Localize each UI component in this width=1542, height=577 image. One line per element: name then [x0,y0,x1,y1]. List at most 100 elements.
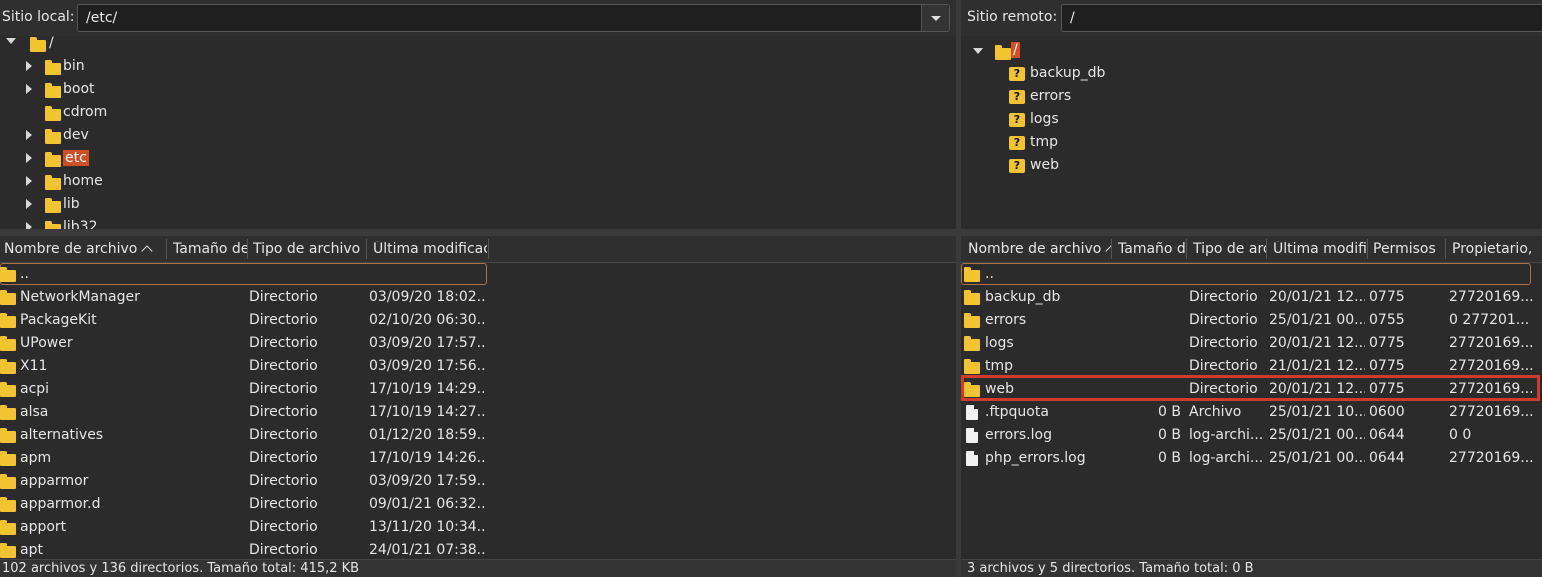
file-type: Directorio [249,473,318,489]
chevron-down-icon[interactable] [921,5,949,31]
folder-icon [0,382,16,397]
table-row[interactable]: errors Directorio 25/01/21 00... 0755 0 2772… [961,309,1542,332]
file-permissions: 0600 [1369,404,1405,420]
folder-icon [995,45,1011,60]
file-modified: 21/01/21 12... [1269,358,1365,374]
local-horizontal-splitter[interactable] [0,229,956,236]
table-row[interactable]: php_errors.log 0 B log-archi... 25/01/21 00… [961,447,1542,470]
remote-path-input[interactable]: / [1061,4,1542,32]
local-path-combobox[interactable]: /etc/ [77,4,950,32]
tree-item-label: tmp [1030,134,1059,150]
column-separator[interactable] [488,239,489,259]
table-row[interactable]: apm Directorio 17/10/19 14:26... [0,447,956,470]
table-row[interactable]: NetworkManager Directorio 03/09/20 18:02..… [0,286,956,309]
unknown-folder-icon: ? [1009,136,1025,150]
table-row[interactable]: apt Directorio 24/01/21 07:38... [0,539,956,559]
folder-icon [0,313,16,328]
file-type: Directorio [249,335,318,351]
column-separator[interactable] [1111,239,1112,259]
file-name: apt [20,542,43,558]
tree-item-web[interactable]: ? web [961,154,1542,177]
file-owner: 0 0 [1449,427,1472,443]
expanded-arrow-icon[interactable] [6,38,16,44]
file-name: NetworkManager [20,289,140,305]
expand-arrow-icon[interactable] [26,61,32,71]
column-separator[interactable] [366,239,367,259]
tree-item-tmp[interactable]: ? tmp [961,131,1542,154]
column-separator[interactable] [1445,239,1446,259]
tree-item-label: bin [63,58,85,74]
local-col-size[interactable]: Tamaño de [173,241,248,257]
tree-item-boot[interactable]: boot [0,78,956,101]
tree-item-lib32[interactable]: lib32 [0,216,956,229]
table-row[interactable]: alsa Directorio 17/10/19 14:27... [0,401,956,424]
expand-arrow-icon[interactable] [26,153,32,163]
parent-directory-row[interactable]: .. [961,263,1542,286]
tree-item-label: lib [63,196,80,212]
folder-icon [0,520,16,535]
remote-horizontal-splitter[interactable] [961,229,1542,236]
expand-arrow-icon[interactable] [26,130,32,140]
remote-col-size[interactable]: Tamaño de [1118,241,1186,257]
tree-item-label: / [49,36,54,51]
table-row[interactable]: UPower Directorio 03/09/20 17:57... [0,332,956,355]
folder-icon [45,83,61,98]
local-address-bar: Sitio local: /etc/ [0,0,956,36]
local-col-modified[interactable]: Última modificac [373,241,487,257]
parent-directory-row[interactable]: .. [0,263,956,286]
tree-item-etc[interactable]: etc [0,147,956,170]
expand-arrow-icon[interactable] [26,199,32,209]
file-type: Directorio [249,450,318,466]
remote-col-owner[interactable]: Propietario, [1452,241,1542,257]
tree-item-root[interactable]: / [0,36,956,55]
table-row[interactable]: apparmor.d Directorio 09/01/21 06:32... [0,493,956,516]
tree-item-cdrom[interactable]: cdrom [0,101,956,124]
tree-item-bin[interactable]: bin [0,55,956,78]
table-row[interactable]: PackageKit Directorio 02/10/20 06:30... [0,309,956,332]
tree-item-backupdb[interactable]: ? backup_db [961,62,1542,85]
table-row[interactable]: acpi Directorio 17/10/19 14:29... [0,378,956,401]
local-col-filename[interactable]: Nombre de archivo [4,241,164,257]
remote-col-filename[interactable]: Nombre de archivo [968,241,1112,257]
table-row[interactable]: logs Directorio 20/01/21 12... 0775 27720169… [961,332,1542,355]
table-row[interactable]: apport Directorio 13/11/20 10:34... [0,516,956,539]
tree-item-label: dev [63,127,89,143]
remote-file-list: Nombre de archivo Tamaño de Tipo de arc … [961,236,1542,559]
file-modified: 17/10/19 14:26... [369,450,487,466]
expand-arrow-icon[interactable] [26,222,32,229]
tree-item-home[interactable]: home [0,170,956,193]
expand-arrow-icon[interactable] [26,176,32,186]
tree-item-errors[interactable]: ? errors [961,85,1542,108]
column-separator[interactable] [166,239,167,259]
tree-item-root[interactable]: / [961,39,1542,62]
file-modified: 25/01/21 10... [1269,404,1365,420]
column-separator[interactable] [247,239,248,259]
tree-item-label: etc [63,150,89,166]
file-name: errors.log [985,427,1052,443]
tree-item-label: home [63,173,103,189]
tree-item-lib[interactable]: lib [0,193,956,216]
expanded-arrow-icon[interactable] [973,48,983,54]
local-directory-tree: / bin boot cdrom dev etc home lib lib32 [0,36,956,229]
file-icon [966,405,978,420]
tree-item-logs[interactable]: ? logs [961,108,1542,131]
tree-item-dev[interactable]: dev [0,124,956,147]
table-row[interactable]: .ftpquota 0 B Archivo 25/01/21 10... 0600 277… [961,401,1542,424]
table-row[interactable]: apparmor Directorio 03/09/20 17:59... [0,470,956,493]
expand-arrow-icon[interactable] [26,84,32,94]
local-col-type[interactable]: Tipo de archivo [253,241,365,257]
file-permissions: 0644 [1369,450,1405,466]
remote-col-modified[interactable]: Última modific [1273,241,1367,257]
column-separator[interactable] [1266,239,1267,259]
remote-col-type[interactable]: Tipo de arc [1193,241,1266,257]
table-row[interactable]: backup_db Directorio 20/01/21 12... 0775 277… [961,286,1542,309]
remote-col-permissions[interactable]: Permisos [1373,241,1445,257]
table-row[interactable]: X11 Directorio 03/09/20 17:56... [0,355,956,378]
file-modified: 02/10/20 06:30... [369,312,487,328]
column-separator[interactable] [1367,239,1368,259]
table-row[interactable]: errors.log 0 Blog-archi... 25/01/21 00... 0… [961,424,1542,447]
column-separator[interactable] [1186,239,1187,259]
table-row[interactable]: alternatives Directorio 01/12/20 18:59... [0,424,956,447]
file-type: log-archi... [1189,427,1264,443]
folder-icon [964,359,980,374]
